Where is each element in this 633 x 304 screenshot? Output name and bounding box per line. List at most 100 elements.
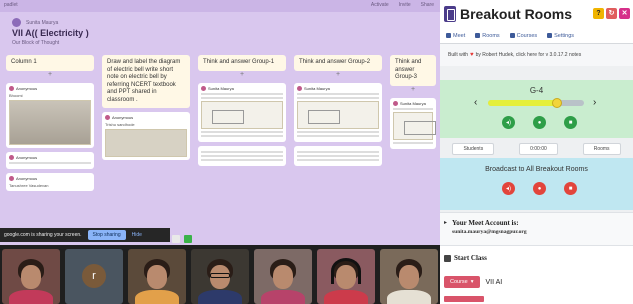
participant-tile[interactable]: r <box>65 249 123 304</box>
microphone-icon[interactable]: ● <box>533 116 546 129</box>
post-author: Sunita Maurya <box>400 100 426 106</box>
breakout-tabs: Meet Rooms Courses Settings <box>440 28 633 44</box>
participant-tile[interactable] <box>380 249 438 304</box>
padlet-board: padlet Activate Invite Share Sunita Maur… <box>0 0 440 245</box>
participant-body <box>198 290 242 304</box>
previous-room-icon[interactable]: ‹ <box>474 97 477 108</box>
room-stats: Students 0:00:00 Rooms <box>440 140 633 158</box>
post-author: Sunita Maurya <box>208 85 234 91</box>
participant-tile[interactable] <box>191 249 249 304</box>
participant-video-strip: r <box>0 245 440 304</box>
tab-courses[interactable]: Courses <box>509 33 537 39</box>
column-1: Column 1 + Anonymous Bhoomi Anonymous An… <box>6 55 94 192</box>
slider-fill <box>488 100 558 106</box>
slider-handle[interactable] <box>552 98 563 108</box>
stop-sharing-button[interactable]: Stop sharing <box>87 230 126 240</box>
add-post-icon[interactable]: + <box>294 71 382 79</box>
user-icon <box>9 176 14 182</box>
account-title: Your Meet Account is: <box>452 219 519 227</box>
course-value: VII AI <box>485 278 503 286</box>
meet-account: ▸ Your Meet Account is: sunita.maurya@mg… <box>440 212 633 245</box>
add-post-icon[interactable]: + <box>198 71 286 79</box>
courses-icon <box>509 33 515 38</box>
author-avatar <box>12 18 21 27</box>
course-dropdown-edge[interactable] <box>444 296 484 302</box>
app-icon[interactable] <box>184 235 192 243</box>
user-icon <box>9 85 14 91</box>
post-author: Anonymous <box>16 154 38 160</box>
participant-face <box>147 265 167 289</box>
participant-tile[interactable] <box>128 249 186 304</box>
start-class-title: Start Class <box>454 254 487 262</box>
rooms-button[interactable]: Rooms <box>582 143 621 155</box>
hide-button[interactable]: Hide <box>132 232 142 238</box>
padlet-logo[interactable]: padlet <box>4 2 18 8</box>
invite-button[interactable]: Invite <box>399 2 411 8</box>
post-card[interactable]: Sunita Maurya <box>198 82 286 142</box>
post-card[interactable]: Anonymous <box>6 151 94 170</box>
breakout-header: Breakout Rooms ? ↻ ✕ <box>440 0 633 28</box>
camera-icon <box>446 33 451 38</box>
screen: padlet Activate Invite Share Sunita Maur… <box>0 0 633 304</box>
account-email: sunita.maurya@mgsnagpur.org <box>452 229 527 235</box>
tab-meet[interactable]: Meet <box>446 33 465 39</box>
app-icon[interactable] <box>172 235 180 243</box>
tab-rooms[interactable]: Rooms <box>475 33 500 39</box>
post-card[interactable] <box>294 145 382 166</box>
post-card[interactable]: Sunita Maurya <box>390 97 436 149</box>
participant-face <box>21 265 41 289</box>
students-button[interactable]: Students <box>452 143 495 155</box>
share-button[interactable]: Share <box>421 2 434 8</box>
post-image <box>297 100 379 129</box>
post-card[interactable]: Anonymous Trishu sandhode <box>102 112 190 161</box>
column-header: Think and answer Group-1 <box>198 55 286 71</box>
page-title: VII A(( Electricity ) <box>12 28 89 38</box>
post-image <box>9 99 91 145</box>
add-post-icon[interactable]: + <box>390 86 436 94</box>
column-2: Draw and label the diagram of electric b… <box>102 55 190 161</box>
post-card[interactable]: Anonymous Bhoomi <box>6 82 94 148</box>
broadcast-section: Broadcast to All Breakout Rooms ◂) ● ■ <box>440 158 633 210</box>
help-button[interactable]: ? <box>593 8 604 19</box>
expand-arrow-icon[interactable] <box>444 254 451 262</box>
start-class-section: Start Class Course ▾ VII AI <box>440 245 633 304</box>
column-header: Think and answer Group-3 <box>390 55 436 86</box>
activate-button[interactable]: Activate <box>371 2 389 8</box>
broadcast-video-icon[interactable]: ■ <box>564 182 577 195</box>
audio-icon[interactable]: ◂) <box>502 116 515 129</box>
room-slider[interactable] <box>488 98 584 108</box>
broadcast-mic-icon[interactable]: ● <box>533 182 546 195</box>
course-button[interactable]: Course ▾ <box>444 276 480 288</box>
post-card[interactable]: Sunita Maurya <box>294 82 382 142</box>
headset-icon <box>331 258 361 284</box>
release-notes-link[interactable]: Built with ♥ by Robert Hudek, click here… <box>440 44 633 66</box>
expand-arrow-icon[interactable]: ▸ <box>444 219 447 226</box>
tab-settings[interactable]: Settings <box>547 33 574 39</box>
page-subtitle: Our Block of Thought <box>12 40 60 46</box>
participant-tile[interactable] <box>254 249 312 304</box>
built-by-text: by Robert Hudek, click here for v 3.0.17… <box>475 52 582 58</box>
post-card[interactable]: Anonymous Tanushree Vasudevan <box>6 173 94 192</box>
participant-tile[interactable] <box>317 249 375 304</box>
broadcast-audio-icon[interactable]: ◂) <box>502 182 515 195</box>
participant-tile[interactable] <box>2 249 60 304</box>
post-card[interactable] <box>198 145 286 166</box>
user-icon <box>105 115 110 121</box>
post-image <box>393 111 436 140</box>
next-room-icon[interactable]: › <box>593 97 596 108</box>
add-post-icon[interactable]: + <box>6 71 94 79</box>
close-button[interactable]: ✕ <box>619 8 630 19</box>
built-with-text: Built with <box>448 52 469 58</box>
participant-body <box>9 290 53 304</box>
refresh-button[interactable]: ↻ <box>606 8 617 19</box>
participant-body <box>135 290 179 304</box>
post-author: Sunita Maurya <box>304 85 330 91</box>
post-image <box>105 129 187 158</box>
heart-icon: ♥ <box>470 52 474 58</box>
column-header: Think and answer Group-2 <box>294 55 382 71</box>
video-camera-icon[interactable]: ■ <box>564 116 577 129</box>
timer-display: 0:00:00 <box>519 143 558 155</box>
participant-body <box>387 290 431 304</box>
screen-share-bar: google.com is sharing your screen. Stop … <box>0 228 170 242</box>
participant-face <box>399 265 419 289</box>
